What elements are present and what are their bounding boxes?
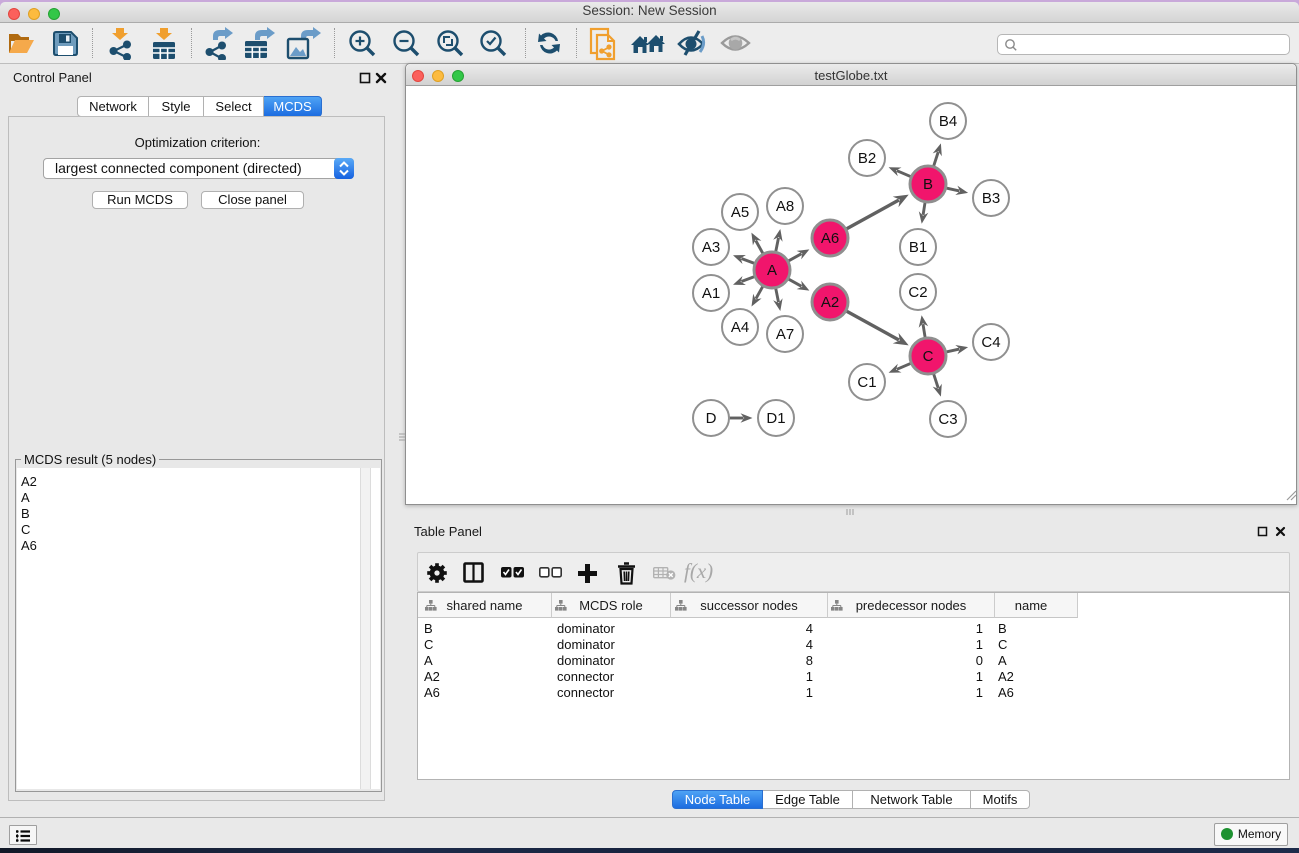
- svg-text:D1: D1: [766, 410, 785, 427]
- svg-text:A6: A6: [821, 230, 839, 247]
- svg-text:B: B: [923, 176, 933, 193]
- svg-text:C: C: [923, 348, 934, 365]
- svg-text:A5: A5: [731, 204, 749, 221]
- svg-text:C2: C2: [908, 284, 927, 301]
- svg-text:B1: B1: [909, 239, 927, 256]
- svg-text:A1: A1: [702, 285, 720, 302]
- svg-text:A4: A4: [731, 319, 749, 336]
- svg-text:A8: A8: [776, 198, 794, 215]
- svg-text:A2: A2: [821, 294, 839, 311]
- svg-text:B4: B4: [939, 113, 957, 130]
- svg-text:A: A: [767, 262, 777, 279]
- svg-text:C1: C1: [857, 374, 876, 391]
- svg-text:A3: A3: [702, 239, 720, 256]
- svg-text:C4: C4: [981, 334, 1000, 351]
- svg-text:A7: A7: [776, 326, 794, 343]
- svg-text:D: D: [706, 410, 717, 427]
- svg-text:B2: B2: [858, 150, 876, 167]
- svg-text:B3: B3: [982, 190, 1000, 207]
- svg-text:C3: C3: [938, 411, 957, 428]
